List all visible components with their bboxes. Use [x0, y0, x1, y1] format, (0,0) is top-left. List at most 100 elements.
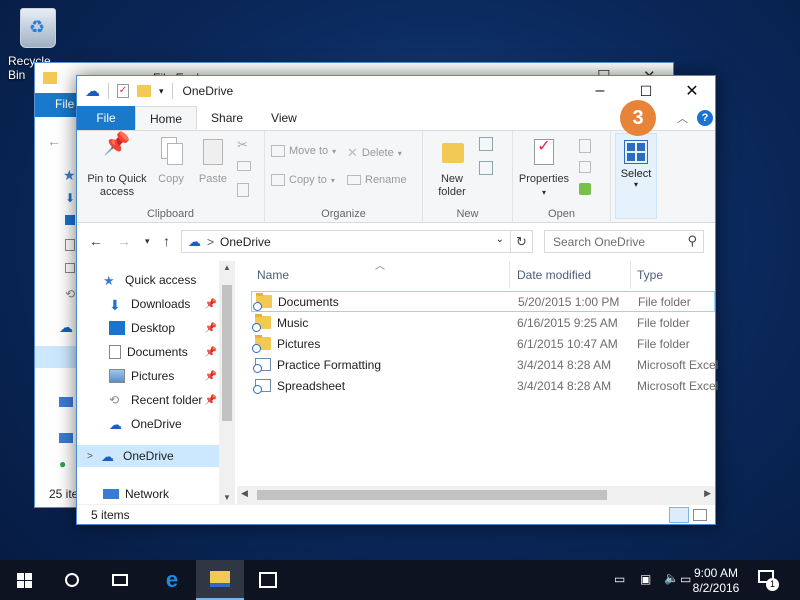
- nav-quick-access[interactable]: ★ Quick access: [77, 269, 219, 291]
- copy-to-button[interactable]: Copy to ▾: [271, 174, 335, 186]
- expand-chevron-icon[interactable]: >: [87, 451, 101, 462]
- help-icon[interactable]: ?: [697, 110, 713, 126]
- paste-button[interactable]: Paste: [193, 137, 233, 186]
- pin-icon[interactable]: 📌: [205, 323, 217, 334]
- horizontal-scrollbar-thumb[interactable]: [257, 490, 607, 500]
- onedrive-icon: ☁: [188, 233, 201, 249]
- file-row[interactable]: Spreadsheet 3/4/2014 8:28 AM Microsoft E…: [251, 375, 718, 396]
- pictures-icon: [65, 263, 75, 273]
- nav-recent-folder[interactable]: ⟲ Recent folder 📌: [77, 389, 219, 411]
- large-icons-view-button[interactable]: [693, 509, 707, 521]
- pin-icon[interactable]: 📌: [205, 299, 217, 310]
- nav-desktop[interactable]: Desktop 📌: [77, 317, 219, 339]
- status-bar: 5 items: [77, 504, 715, 524]
- nav-onedrive-quick[interactable]: ☁ OneDrive: [77, 413, 219, 435]
- sort-ascending-icon: ︿: [375, 261, 385, 272]
- nav-scrollbar[interactable]: ▲ ▼: [219, 261, 234, 504]
- delete-button[interactable]: ✕ Delete ▾: [347, 145, 402, 161]
- pin-icon[interactable]: 📌: [205, 395, 217, 406]
- refresh-button[interactable]: ↻: [511, 230, 533, 253]
- clock[interactable]: 9:00 AM 8/2/2016: [688, 566, 744, 596]
- nav-network[interactable]: Network: [77, 483, 219, 504]
- move-to-button[interactable]: Move to ▾: [271, 145, 336, 157]
- ribbon: 📌 Pin to Quick access Copy Paste ✂ Clipb…: [77, 130, 715, 223]
- edit-icon[interactable]: [579, 161, 591, 173]
- pin-icon[interactable]: 📌: [205, 371, 217, 382]
- file-row[interactable]: Documents 5/20/2015 1:00 PM File folder: [251, 291, 715, 312]
- nav-onedrive[interactable]: > ☁ OneDrive: [77, 445, 219, 467]
- action-center-button[interactable]: 1: [758, 570, 779, 591]
- back-arrow-icon[interactable]: ←: [47, 133, 61, 149]
- file-row[interactable]: Practice Formatting 3/4/2014 8:28 AM Mic…: [251, 354, 718, 375]
- file-row[interactable]: Music 6/16/2015 9:25 AM File folder: [251, 312, 715, 333]
- file-row[interactable]: Pictures 6/1/2015 10:47 AM File folder: [251, 333, 715, 354]
- back-button[interactable]: ←: [89, 233, 103, 249]
- rename-button[interactable]: Rename: [347, 174, 407, 186]
- excel-file-icon: [253, 379, 271, 394]
- up-button[interactable]: ↑: [163, 233, 170, 249]
- paste-shortcut-icon[interactable]: [237, 183, 249, 197]
- battery-icon[interactable]: ▭: [614, 572, 625, 587]
- nav-scrollbar-thumb[interactable]: [222, 285, 232, 421]
- easy-access-icon[interactable]: [479, 161, 493, 175]
- pin-to-quick-access-button[interactable]: 📌 Pin to Quick access: [83, 133, 151, 199]
- select-button[interactable]: Select ▾: [615, 133, 657, 219]
- folder-icon: [253, 293, 272, 311]
- breadcrumb-onedrive[interactable]: OneDrive: [220, 235, 271, 249]
- address-dropdown-icon[interactable]: ⌄: [496, 234, 504, 245]
- customize-toolbar-icon[interactable]: ▾: [159, 86, 164, 97]
- horizontal-scrollbar[interactable]: ◀ ▶: [237, 486, 715, 504]
- scroll-up-icon[interactable]: ▲: [223, 263, 231, 272]
- new-folder-quick-icon[interactable]: [137, 85, 151, 97]
- file-explorer-taskbar-button[interactable]: [196, 560, 244, 600]
- column-header-type[interactable]: Type: [637, 261, 663, 289]
- start-button[interactable]: [0, 560, 48, 600]
- properties-button[interactable]: ✓ Properties ▾: [515, 137, 573, 199]
- edge-button[interactable]: e: [148, 560, 196, 600]
- tab-home[interactable]: Home: [135, 106, 198, 130]
- file-tab[interactable]: File: [35, 93, 77, 117]
- address-bar[interactable]: ☁ > OneDrive ⌄: [181, 230, 511, 253]
- scroll-down-icon[interactable]: ▼: [223, 493, 231, 502]
- file-explorer-window[interactable]: ☁ ✓ ▾ OneDrive – ☐ ✕ File Home Share Vie…: [76, 75, 718, 525]
- cut-icon[interactable]: ✂: [237, 137, 248, 153]
- new-item-icon[interactable]: [479, 137, 493, 151]
- selected-nav-row[interactable]: [35, 346, 77, 368]
- tab-view[interactable]: View: [257, 106, 311, 130]
- history-icon[interactable]: [579, 183, 591, 195]
- open-icon[interactable]: [579, 139, 591, 153]
- recent-icon: ⟲: [65, 287, 76, 301]
- collapse-ribbon-icon[interactable]: ︿: [677, 110, 688, 126]
- search-input[interactable]: Search OneDrive ⚲: [544, 230, 704, 253]
- details-view-button[interactable]: [669, 507, 689, 523]
- search-button[interactable]: [48, 560, 96, 600]
- folder-icon: [252, 335, 271, 353]
- forward-button[interactable]: →: [117, 233, 131, 249]
- nav-downloads[interactable]: ⬇ Downloads 📌: [77, 293, 219, 315]
- nav-pictures[interactable]: Pictures 📌: [77, 365, 219, 387]
- recent-locations-button[interactable]: ▾: [145, 236, 150, 247]
- minimize-button[interactable]: –: [577, 76, 623, 106]
- pin-icon[interactable]: 📌: [205, 347, 217, 358]
- copy-button[interactable]: Copy: [153, 137, 189, 186]
- tab-file[interactable]: File: [77, 106, 135, 130]
- navigation-pane: ← ★ ⬇ ⟲ ☁ ●: [35, 117, 77, 507]
- store-button[interactable]: [244, 560, 292, 600]
- nav-documents[interactable]: Documents 📌: [77, 341, 219, 363]
- scroll-left-icon[interactable]: ◀: [241, 488, 248, 499]
- new-folder-button[interactable]: New folder: [429, 137, 475, 199]
- properties-quick-icon[interactable]: ✓: [117, 84, 129, 98]
- column-header-date[interactable]: Date modified: [517, 261, 591, 289]
- task-view-icon: [112, 574, 128, 586]
- task-view-button[interactable]: [96, 560, 144, 600]
- windows-logo-icon: [16, 572, 32, 588]
- column-header-name[interactable]: Name: [257, 261, 289, 289]
- tab-share[interactable]: Share: [197, 106, 257, 130]
- file-explorer-icon: [210, 571, 230, 587]
- volume-icon[interactable]: 🔈: [664, 571, 679, 586]
- scroll-right-icon[interactable]: ▶: [704, 488, 711, 499]
- copy-path-icon[interactable]: [237, 161, 251, 171]
- close-button[interactable]: ✕: [669, 76, 715, 106]
- network-status-icon[interactable]: ▣: [640, 572, 651, 587]
- title-bar[interactable]: ☁ ✓ ▾ OneDrive – ☐ ✕: [77, 76, 715, 106]
